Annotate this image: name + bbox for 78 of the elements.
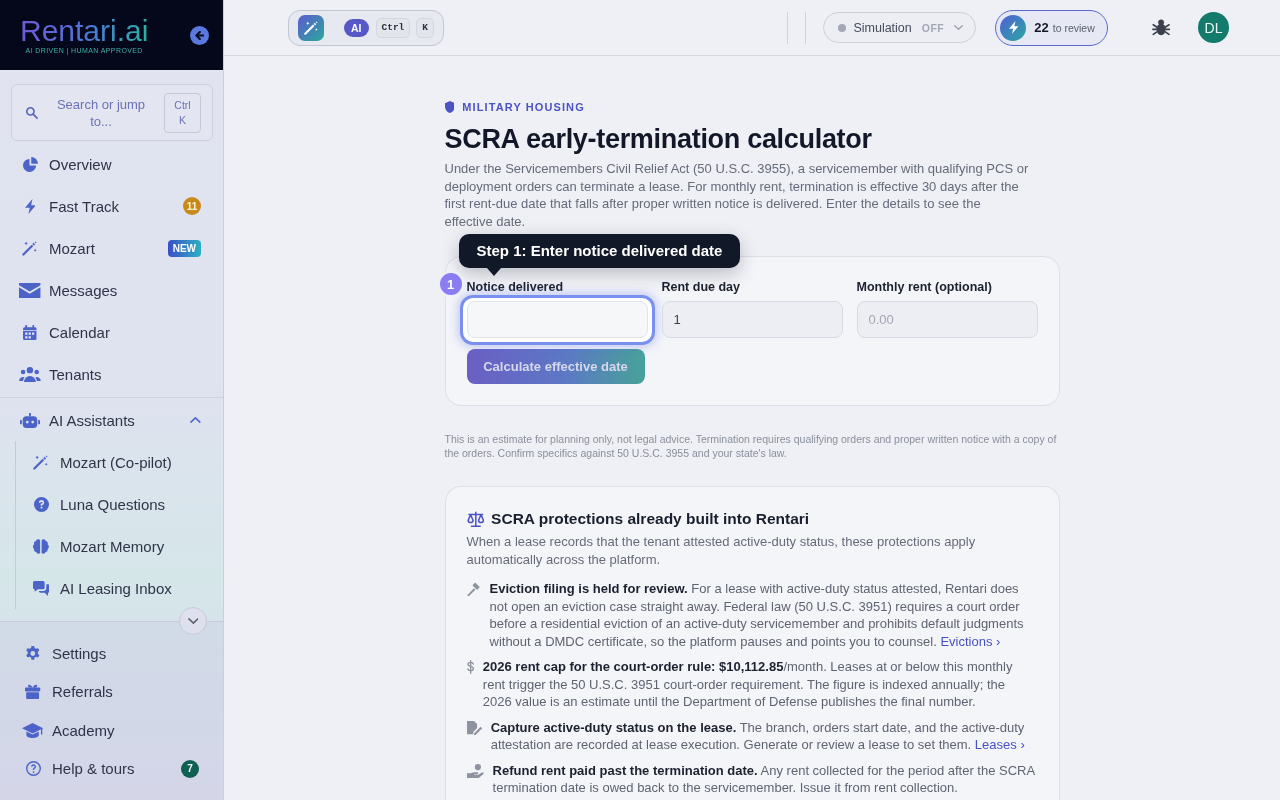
sidebar-item[interactable]: Referrals <box>0 672 223 711</box>
sidebar-item[interactable]: AI Leasing Inbox <box>16 567 223 609</box>
magic-wand-icon <box>33 454 49 470</box>
search-button[interactable]: Search or jump to... Ctrl K <box>11 84 213 141</box>
hand-coin-icon <box>466 763 484 778</box>
magic-wand-icon <box>22 240 38 256</box>
disclaimer-text: This is an estimate for planning only, not legal advice. Termination requires qualifying orders and proper written notice with a copy of the orders. Confirm specifics against 50 U.S.C. 3955 and your state's law. <box>444 432 1058 460</box>
sidebar-item[interactable]: Tenants <box>0 353 223 395</box>
chat-bubbles-icon <box>32 580 50 596</box>
sidebar-item[interactable]: Messages <box>0 269 223 311</box>
chevron-down-icon <box>187 618 199 624</box>
input-field[interactable]: 0.00 <box>856 301 1038 338</box>
scales-icon <box>466 511 485 527</box>
sidebar-item[interactable]: Mozart (Co-pilot) <box>16 441 223 483</box>
list-item-text: 2026 rent cap for the court-order rule: $10,112.85/month. Leases at or below this monthly rent trigger the 50 U.S.C. 3951 court-order requirement. The figure is indexed annually; the 2026 value is an estimate until the Department of Defense publishes the final number. <box>482 658 1014 711</box>
list-item-text: Eviction filing is held for review. For a lease with active-duty status attested, Rentari does not open an eviction case straight away. Federal law (50 U.S.C. 3951) requires a court order before a residential eviction of an active-duty servicemember and prohibits default judgments without a DMDC certificate, so the platform pauses and points you to counsel. Evictions › <box>489 580 1025 650</box>
arrow-left-icon <box>194 30 205 40</box>
calendar-icon <box>23 324 37 340</box>
sidebar-item[interactable]: Fast Track 11 <box>0 185 223 227</box>
text-link[interactable]: Evictions › <box>940 633 1001 649</box>
envelope-icon <box>19 282 41 298</box>
tour-tooltip: Step 1: Enter notice delivered date <box>458 234 741 268</box>
gift-icon <box>25 684 41 700</box>
new-badge: NEW <box>167 239 201 257</box>
brain-icon <box>33 538 49 554</box>
shield-icon <box>444 101 455 113</box>
count-badge: 11 <box>183 197 201 215</box>
sidebar-item[interactable]: Mozart NEW <box>0 227 223 269</box>
simulation-dropdown[interactable]: Simulation OFF <box>823 12 977 43</box>
tooltip-arrow-icon <box>486 268 501 276</box>
robot-icon <box>20 412 40 428</box>
search-icon <box>26 106 38 119</box>
list-item-text: Capture active-duty status on the lease. The branch, orders start date, and the active-duty attestation are recorded at lease execution. Generate or review a lease to set them. Leases › <box>490 718 1026 754</box>
field-label: Rent due day <box>661 280 740 295</box>
input-field[interactable] <box>466 301 648 338</box>
graduation-cap-icon <box>22 722 44 738</box>
chevron-down-icon <box>954 25 964 30</box>
scroll-down-button[interactable] <box>179 607 207 635</box>
help-icon <box>25 761 41 777</box>
settings-icon <box>26 645 40 661</box>
count-badge: 7 <box>181 759 199 778</box>
ai-command-button[interactable]: AI Ctrl K <box>288 9 444 46</box>
sidebar-item[interactable]: Help & tours 7 <box>0 749 223 788</box>
card-title: SCRA protections already built into Rentari <box>491 509 810 529</box>
text-link[interactable]: Leases › <box>974 737 1025 752</box>
user-avatar[interactable]: DL <box>1198 12 1229 43</box>
category-label: MILITARY HOUSING <box>462 100 585 114</box>
sidebar-item[interactable]: Academy <box>0 711 223 750</box>
step-badge: 1 <box>437 271 464 297</box>
dollar-icon <box>466 660 474 674</box>
sidebar-item[interactable]: Overview <box>0 143 223 185</box>
input-field[interactable]: 1 <box>661 301 843 338</box>
lightning-icon <box>1000 14 1027 41</box>
field-label: Notice delivered <box>466 280 564 295</box>
sidebar-item[interactable]: Settings <box>0 634 223 673</box>
people-icon <box>19 366 41 382</box>
card-description: When a lease records that the tenant attested active-duty status, these protections apply automatically across the platform. <box>466 533 977 569</box>
sidebar-item[interactable]: AI Assistants <box>0 399 223 441</box>
document-pen-icon <box>466 720 482 735</box>
pie-chart-icon <box>22 156 38 172</box>
page-description: Under the Servicemembers Civil Relief Act (50 U.S.C. 3955), a servicemember with qualifying PCS or deployment orders can terminate a lease. For monthly rent, termination is effective 30 days after the first rent-due date that falls after proper written notice is delivered. Enter the details to see the effective date. <box>444 160 1030 230</box>
collapse-sidebar-button[interactable] <box>190 25 209 45</box>
field-label: Monthly rent (optional) <box>856 280 992 295</box>
magic-wand-icon <box>298 14 324 41</box>
bug-icon[interactable] <box>1151 19 1170 36</box>
question-icon <box>33 496 49 512</box>
lightning-icon <box>24 198 36 214</box>
shortcut-key: Ctrl <box>375 17 411 38</box>
review-button[interactable]: 22 to review <box>995 9 1108 46</box>
sidebar-item[interactable]: Calendar <box>0 311 223 353</box>
shortcut-key: Ctrl K <box>164 92 201 133</box>
list-item-text: Refund rent paid past the termination date. Any rent collected for the period after the SCRA termination date is owed back to the servicemember. Issue it from rent collection. <box>492 761 1036 797</box>
sidebar-item[interactable]: Mozart Memory <box>16 525 223 567</box>
gavel-icon <box>466 582 481 596</box>
page-title: SCRA early-termination calculator <box>444 123 873 156</box>
shortcut-key: K <box>416 17 434 38</box>
sidebar-item[interactable]: Luna Questions <box>16 483 223 525</box>
ai-badge: AI <box>344 18 369 37</box>
